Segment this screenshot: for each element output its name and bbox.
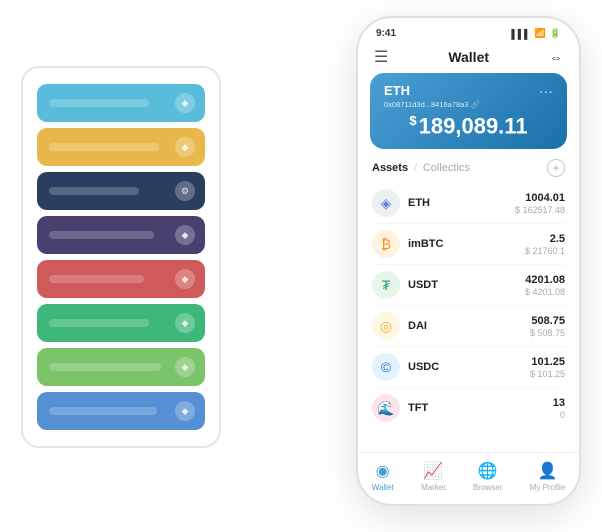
nav-label: Browser [473,483,502,492]
battery-icon: 🔋 [550,28,561,39]
card-item[interactable]: ◆ [37,392,205,430]
add-asset-button[interactable]: + [547,159,565,177]
asset-icon: ₿ [372,230,400,258]
asset-icon: 🌊 [372,394,400,422]
assets-header: Assets / Collectics + [358,159,579,183]
asset-usd: $ 101.25 [530,369,565,379]
eth-card: ETH 0x08711d3d...8416a78a3 🔗 ··· $189,08… [370,73,567,149]
phone: 9:41 ▌▌▌ 📶 🔋 ☰ Wallet ⇔ ETH 0x08711d3d..… [356,16,581,506]
eth-card-balance: $189,089.11 [384,113,553,139]
asset-list: ◈ ETH 1004.01$ 162517.48 ₿ imBTC 2.5$ 21760.1… [358,183,579,452]
card-item[interactable]: ◆ [37,260,205,298]
asset-name: USDT [408,279,438,291]
nav-bar: ☰ Wallet ⇔ [358,43,579,73]
nav-icon: 👤 [538,461,558,481]
card-item[interactable]: ◆ [37,128,205,166]
card-icon: ◆ [175,225,195,245]
asset-amount: 2.5 [525,233,565,245]
asset-right: 101.25$ 101.25 [530,356,565,379]
wifi-icon: 📶 [535,28,546,39]
tab-divider: / [414,163,417,174]
time: 9:41 [376,28,396,39]
asset-row[interactable]: ◎ DAI 508.75$ 508.75 [372,306,565,347]
asset-usd: $ 21760.1 [525,246,565,256]
asset-left: 🌊 TFT [372,394,428,422]
nav-label: Wallet [372,483,394,492]
card-item[interactable]: ◆ [37,84,205,122]
card-icon: ◆ [175,137,195,157]
asset-left: ◈ ETH [372,189,430,217]
asset-amount: 101.25 [530,356,565,368]
eth-card-more[interactable]: ··· [539,83,553,99]
asset-row[interactable]: ₮ USDT 4201.08$ 4201.08 [372,265,565,306]
asset-name: USDC [408,361,439,373]
asset-right: 2.5$ 21760.1 [525,233,565,256]
assets-tabs: Assets / Collectics [372,162,470,174]
expand-icon[interactable]: ⇔ [549,49,563,65]
card-icon: ◆ [175,313,195,333]
asset-icon: © [372,353,400,381]
asset-left: ₮ USDT [372,271,438,299]
asset-amount: 4201.08 [525,274,565,286]
asset-right: 508.75$ 508.75 [530,315,565,338]
asset-amount: 508.75 [530,315,565,327]
nav-icon: 📈 [423,461,443,481]
asset-row[interactable]: © USDC 101.25$ 101.25 [372,347,565,388]
asset-usd: $ 4201.08 [525,287,565,297]
status-icons: ▌▌▌ 📶 🔋 [511,28,561,39]
card-item[interactable]: ◆ [37,216,205,254]
asset-usd: 0 [553,410,565,420]
asset-icon: ◈ [372,189,400,217]
nav-item-my-profile[interactable]: 👤 My Profile [530,461,566,492]
tab-assets[interactable]: Assets [372,162,408,174]
asset-name: imBTC [408,238,443,250]
card-icon: ◆ [175,401,195,421]
asset-amount: 13 [553,397,565,409]
asset-row[interactable]: 🌊 TFT 130 [372,388,565,428]
asset-left: ◎ DAI [372,312,427,340]
nav-label: Market [421,483,445,492]
card-item[interactable]: ◆ [37,348,205,386]
card-icon: ◆ [175,357,195,377]
signal-icon: ▌▌▌ [511,29,530,39]
asset-icon: ◎ [372,312,400,340]
nav-item-wallet[interactable]: ◉ Wallet [372,461,394,492]
nav-icon: ◉ [376,461,390,481]
eth-card-coin: ETH [384,83,480,98]
nav-label: My Profile [530,483,566,492]
asset-name: TFT [408,402,428,414]
bottom-nav: ◉ Wallet 📈 Market 🌐 Browser 👤 My Profile [358,452,579,504]
asset-right: 4201.08$ 4201.08 [525,274,565,297]
card-icon: ◆ [175,269,195,289]
nav-item-browser[interactable]: 🌐 Browser [473,461,502,492]
asset-name: ETH [408,197,430,209]
card-item[interactable]: ⚙ [37,172,205,210]
eth-card-address: 0x08711d3d...8416a78a3 🔗 [384,100,480,109]
page-title: Wallet [448,49,489,65]
card-icon: ⚙ [175,181,195,201]
asset-usd: $ 508.75 [530,328,565,338]
card-item[interactable]: ◆ [37,304,205,342]
asset-icon: ₮ [372,271,400,299]
asset-right: 130 [553,397,565,420]
asset-row[interactable]: ₿ imBTC 2.5$ 21760.1 [372,224,565,265]
asset-name: DAI [408,320,427,332]
nav-icon: 🌐 [478,461,498,481]
scene: ◆ ◆ ⚙ ◆ ◆ ◆ ◆ ◆ 9:41 ▌▌▌ 📶 🔋 ☰ Wallet ⇔ ETH 0x0… [21,16,581,516]
nav-item-market[interactable]: 📈 Market [421,461,445,492]
menu-icon[interactable]: ☰ [374,47,388,67]
asset-amount: 1004.01 [515,192,565,204]
card-icon: ◆ [175,93,195,113]
asset-usd: $ 162517.48 [515,205,565,215]
status-bar: 9:41 ▌▌▌ 📶 🔋 [358,18,579,43]
asset-row[interactable]: ◈ ETH 1004.01$ 162517.48 [372,183,565,224]
asset-left: © USDC [372,353,439,381]
tab-collectics[interactable]: Collectics [423,162,470,174]
asset-right: 1004.01$ 162517.48 [515,192,565,215]
asset-left: ₿ imBTC [372,230,443,258]
card-stack: ◆ ◆ ⚙ ◆ ◆ ◆ ◆ ◆ [21,66,221,448]
